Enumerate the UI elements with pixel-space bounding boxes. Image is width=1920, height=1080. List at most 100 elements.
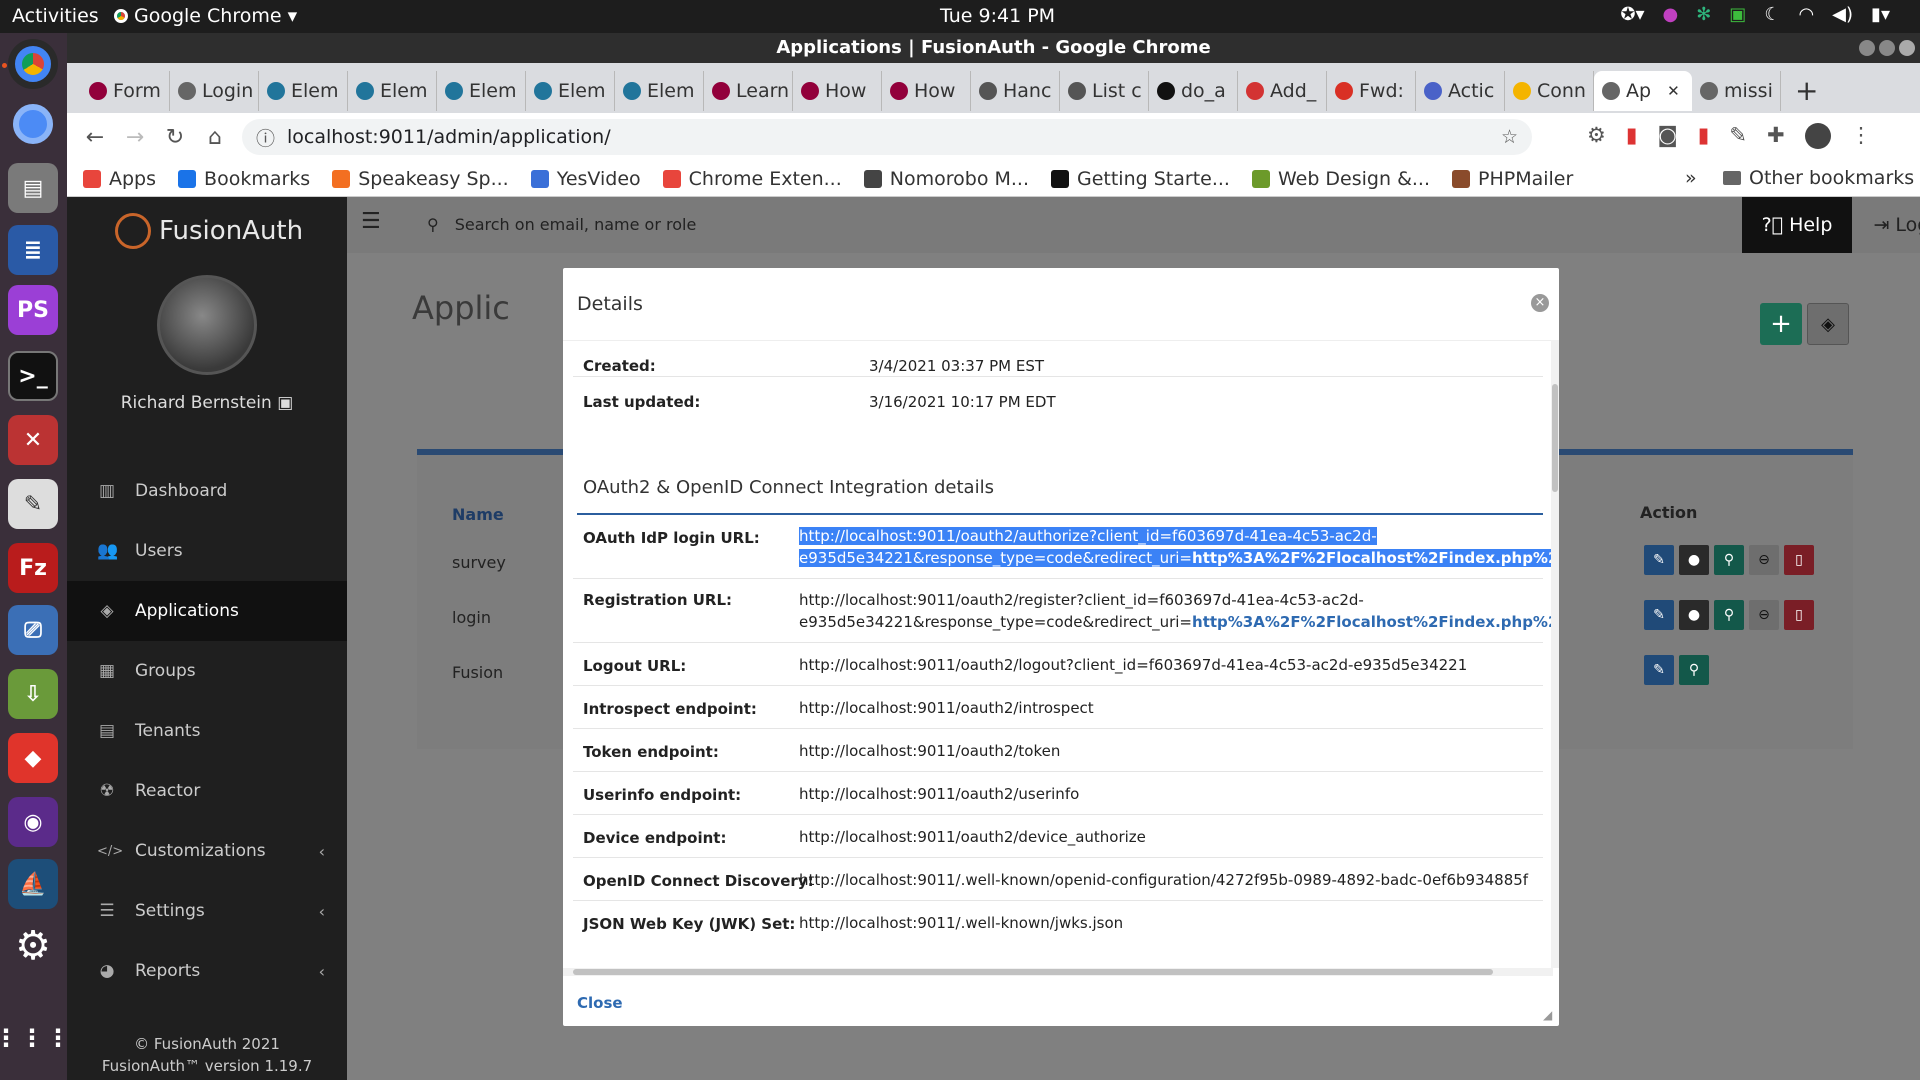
bookmark-item[interactable]: Nomorobo M... (863, 168, 1029, 190)
oauth-login-url[interactable]: http://localhost:9011/oauth2/authorize?c… (799, 525, 1553, 569)
forward-icon[interactable]: → (115, 125, 155, 150)
bookmark-item[interactable]: Getting Starte... (1051, 168, 1230, 190)
minimize-icon[interactable] (1859, 40, 1875, 56)
sidebar-item-users[interactable]: 👥 Users (67, 521, 347, 581)
table-header-name[interactable]: Name (452, 505, 504, 524)
activities-button[interactable]: Activities (12, 5, 99, 27)
sidebar-item-settings[interactable]: ☰ Settings ‹ (67, 881, 347, 941)
red-extension-icon[interactable]: ▮ (1626, 123, 1638, 149)
bookmark-item[interactable]: YesVideo (530, 168, 641, 190)
terminal-dock-icon[interactable]: >_ (8, 351, 58, 401)
close-window-icon[interactable] (1899, 40, 1915, 56)
chrome-menu-icon[interactable]: ⋮ (1851, 123, 1872, 149)
slack-icon[interactable]: ✻ (1696, 4, 1711, 25)
avatar[interactable] (157, 275, 257, 375)
remote-desktop-dock-icon[interactable]: ⎚ (8, 605, 58, 655)
browser-tab[interactable]: Elem (348, 71, 437, 111)
new-tab-button[interactable]: + (1795, 63, 1818, 113)
horizontal-scrollbar[interactable] (563, 968, 1553, 976)
update-icon[interactable]: ▣ (1729, 4, 1746, 25)
close-icon[interactable]: × (1531, 294, 1549, 312)
wifi-icon[interactable]: ◠ (1798, 4, 1814, 25)
volume-icon[interactable]: ◀) (1832, 4, 1853, 25)
info-icon[interactable]: ⓘ (256, 124, 275, 151)
user-name[interactable]: Richard Bernstein ▣ (67, 393, 347, 413)
color-picker-icon[interactable]: ● (1662, 4, 1678, 25)
tools-dock-icon[interactable]: ✕ (8, 415, 58, 465)
browser-tab[interactable]: Actic (1416, 71, 1505, 111)
browser-tab[interactable]: Hanc (971, 71, 1060, 111)
vertical-scrollbar[interactable] (1551, 340, 1559, 968)
browser-tab[interactable]: List c (1060, 71, 1149, 111)
view-icon[interactable]: ⚲ (1679, 655, 1709, 685)
extensions-puzzle-icon[interactable]: ✚ (1767, 123, 1785, 149)
browser-tab[interactable]: Learn (704, 71, 793, 111)
bookmark-item[interactable]: PHPMailer (1452, 168, 1573, 190)
bookmark-item[interactable]: Apps (83, 168, 156, 190)
edit-icon[interactable]: ✎ (1644, 545, 1674, 575)
edit-icon[interactable]: ✎ (1644, 600, 1674, 630)
scrollbar-thumb[interactable] (573, 969, 1493, 975)
browser-tab[interactable]: Ap ✕ (1594, 71, 1692, 111)
manage-roles-icon[interactable]: ● (1679, 545, 1709, 575)
night-light-icon[interactable]: ☾ (1764, 4, 1780, 25)
sidebar-item-reports[interactable]: ◕ Reports ‹ (67, 941, 347, 1001)
close-button[interactable]: Close (577, 994, 623, 1012)
mysql-workbench-dock-icon[interactable]: ⛵ (8, 859, 58, 909)
system-tray[interactable]: ✪▾ ● ✻ ▣ ☾ ◠ ◀) ▮▾ (1620, 4, 1890, 25)
app-menu[interactable]: Google Chrome ▾ (114, 5, 297, 27)
search-input[interactable]: ⚲ Search on email, name or role (427, 215, 696, 234)
writer-dock-icon[interactable]: ≣ (8, 225, 58, 275)
browser-tab[interactable]: How (793, 71, 882, 111)
address-bar[interactable]: ⓘ localhost:9011/admin/application/ ☆ (242, 119, 1532, 155)
view-icon[interactable]: ⚲ (1714, 600, 1744, 630)
text-editor-dock-icon[interactable]: ✎ (8, 479, 58, 529)
modal-body[interactable]: Created: 3/4/2021 03:37 PM EST Last upda… (563, 340, 1553, 968)
sidebar-item-tenants[interactable]: ▤ Tenants (67, 701, 347, 761)
bookmarks-more[interactable]: » (1685, 167, 1697, 189)
red-extension-icon-2[interactable]: ▮ (1698, 123, 1710, 149)
back-icon[interactable]: ← (75, 125, 115, 150)
filezilla-dock-icon[interactable]: Fz (8, 543, 58, 593)
layers-button[interactable]: ◈ (1807, 303, 1849, 345)
camera-extension-icon[interactable]: ◙ (1657, 123, 1677, 149)
bookmark-item[interactable]: Web Design &... (1251, 168, 1430, 190)
other-bookmarks[interactable]: Other bookmarks (1723, 167, 1914, 189)
close-tab-icon[interactable]: ✕ (1667, 82, 1680, 100)
browser-tab[interactable]: do_a (1149, 71, 1238, 111)
chrome-dock-icon[interactable] (8, 39, 58, 89)
delete-icon[interactable]: ▯ (1784, 600, 1814, 630)
bookmark-star-icon[interactable]: ☆ (1501, 126, 1518, 148)
phpstorm-dock-icon[interactable]: PS (8, 285, 58, 335)
sidebar-item-dashboard[interactable]: ▥ Dashboard (67, 461, 347, 521)
hamburger-icon[interactable]: ☰ (361, 209, 381, 234)
reload-icon[interactable]: ↻ (155, 125, 195, 150)
logout-button[interactable]: ⇥Logout (1852, 197, 1920, 253)
chromium-dock-icon[interactable] (8, 99, 58, 149)
resize-grip-icon[interactable]: ◢ (1543, 1008, 1552, 1022)
deactivate-icon[interactable]: ⊖ (1749, 545, 1779, 575)
browser-tab[interactable]: Add_ (1238, 71, 1327, 111)
browser-tab[interactable]: Elem (437, 71, 526, 111)
scrollbar-thumb[interactable] (1552, 384, 1558, 492)
pen-extension-icon[interactable]: ✎ (1729, 123, 1747, 149)
browser-tab[interactable]: Conn (1505, 71, 1594, 111)
firefox-dock-icon[interactable]: ◉ (8, 797, 58, 847)
registration-url[interactable]: http://localhost:9011/oauth2/register?cl… (799, 589, 1553, 633)
view-icon[interactable]: ⚲ (1714, 545, 1744, 575)
anydesk-dock-icon[interactable]: ◆ (8, 733, 58, 783)
sidebar-item-reactor[interactable]: ☢ Reactor (67, 761, 347, 821)
show-apps-icon[interactable]: ⋮⋮⋮ (0, 1013, 70, 1063)
browser-tab[interactable]: Elem (615, 71, 704, 111)
bookmark-item[interactable]: Chrome Exten... (662, 168, 842, 190)
browser-tab[interactable]: Elem (259, 71, 348, 111)
browser-tab[interactable]: missi (1692, 71, 1781, 111)
downloads-dock-icon[interactable]: ⇩ (8, 669, 58, 719)
battery-icon[interactable]: ▮▾ (1871, 4, 1890, 25)
bookmark-item[interactable]: Speakeasy Sp... (332, 168, 509, 190)
browser-tab[interactable]: Login (170, 71, 259, 111)
clock[interactable]: Tue 9:41 PM (940, 5, 1055, 27)
delete-icon[interactable]: ▯ (1784, 545, 1814, 575)
deactivate-icon[interactable]: ⊖ (1749, 600, 1779, 630)
edit-icon[interactable]: ✎ (1644, 655, 1674, 685)
